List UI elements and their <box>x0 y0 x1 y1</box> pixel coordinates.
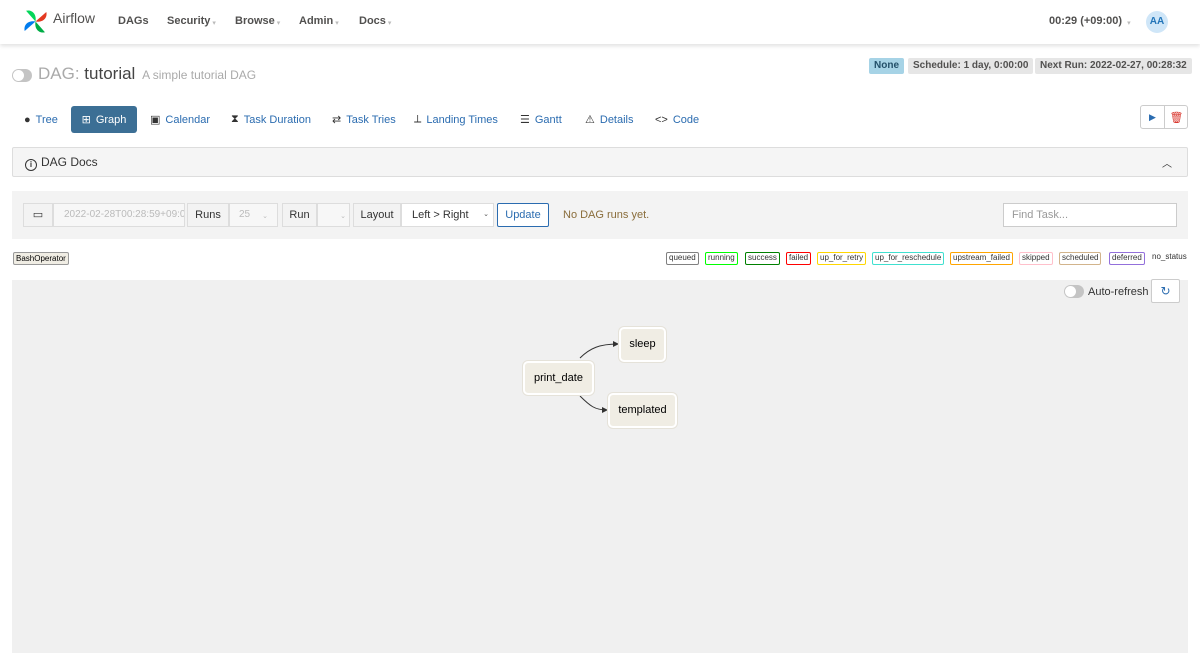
state-legend-running[interactable]: running <box>705 252 738 265</box>
state-legend-failed[interactable]: failed <box>786 252 812 265</box>
chevron-down-icon: ⌄ <box>262 213 268 220</box>
nav-admin[interactable]: Admin ▾ <box>299 15 339 27</box>
layout-select[interactable]: Left > Right ⌄ <box>401 203 494 227</box>
warning-triangle-icon: ⚠ <box>585 114 595 126</box>
dag-docs-panel[interactable]: i DAG Docs ︿ <box>12 147 1188 177</box>
task-node-templated[interactable]: templated <box>608 393 677 428</box>
airflow-brand[interactable]: Airflow <box>22 6 95 36</box>
dag-docs-title: i DAG Docs <box>25 155 98 171</box>
runs-label: Runs <box>187 203 229 227</box>
tab-gantt[interactable]: ☰ Gantt <box>520 106 562 133</box>
run-label: Run <box>282 203 317 227</box>
retry-icon: ⇄ <box>332 114 342 126</box>
refresh-icon: ↻ <box>1160 284 1171 298</box>
run-select[interactable]: ⌄ <box>317 203 350 227</box>
chevron-down-icon: ▾ <box>212 20 216 27</box>
schedule-interval-badge: None <box>869 58 904 74</box>
chevron-down-icon: ⌄ <box>340 213 346 220</box>
nav-dags[interactable]: DAGs <box>118 15 149 27</box>
dag-pause-toggle[interactable] <box>12 69 32 82</box>
layout-label: Layout <box>353 203 401 227</box>
tab-task-duration[interactable]: ⧗ Task Duration <box>231 106 311 133</box>
operator-legend-bashoperator[interactable]: BashOperator <box>13 252 69 265</box>
state-legend-success[interactable]: success <box>745 252 780 265</box>
tab-details[interactable]: ⚠ Details <box>585 106 634 133</box>
update-button[interactable]: Update <box>497 203 549 227</box>
tab-tree[interactable]: ● Tree <box>24 106 58 133</box>
info-icon: i <box>25 159 37 171</box>
chevron-down-icon: ▾ <box>387 20 392 27</box>
dag-id[interactable]: tutorial <box>84 64 135 83</box>
state-legend-deferred[interactable]: deferred <box>1109 252 1145 265</box>
airflow-logo-icon <box>24 9 47 33</box>
trigger-dag-button[interactable]: ▶ <box>1141 106 1165 128</box>
gantt-icon: ☰ <box>520 114 530 126</box>
graph-form: ▭ 2022-02-28T00:28:59+09:00 Runs 25 ⌄ Run… <box>12 191 1188 239</box>
hourglass-icon: ⧗ <box>231 113 239 125</box>
landing-icon: ⟂ <box>414 113 422 125</box>
no-runs-message: No DAG runs yet. <box>563 209 650 221</box>
dag-prefix: DAG: <box>38 64 80 83</box>
find-task-input[interactable]: Find Task... <box>1003 203 1177 227</box>
nav-browse[interactable]: Browse ▾ <box>235 15 280 27</box>
state-legend-up-for-reschedule[interactable]: up_for_reschedule <box>872 252 945 265</box>
state-legend-upstream-failed[interactable]: upstream_failed <box>950 252 1013 265</box>
tab-calendar[interactable]: ▣ Calendar <box>150 106 210 133</box>
dag-description: A simple tutorial DAG <box>142 68 257 82</box>
graph-icon: ⊞ <box>81 114 91 126</box>
state-legend-scheduled[interactable]: scheduled <box>1059 252 1102 265</box>
calendar-icon: ▣ <box>150 114 161 126</box>
chevron-up-icon[interactable]: ︿ <box>1162 155 1172 170</box>
chevron-down-icon: ▾ <box>1127 20 1131 27</box>
chevron-down-icon: ▾ <box>276 20 281 27</box>
graph-canvas[interactable] <box>12 280 1188 653</box>
timezone-clock[interactable]: 00:29 (+09:00) ▾ <box>1049 15 1131 27</box>
task-node-print-date[interactable]: print_date <box>523 361 594 395</box>
task-node-sleep[interactable]: sleep <box>619 327 666 362</box>
refresh-button[interactable]: ↻ <box>1151 279 1180 303</box>
user-avatar[interactable]: AA <box>1146 11 1168 33</box>
page-title: DAG: tutorial A simple tutorial DAG <box>38 64 256 84</box>
runs-select[interactable]: 25 ⌄ <box>229 203 278 227</box>
state-legend-skipped[interactable]: skipped <box>1019 252 1053 265</box>
top-navbar: Airflow DAGs Security ▾ Browse ▾ Admin ▾ Do… <box>0 0 1200 44</box>
calendar-icon[interactable]: ▭ <box>23 203 53 227</box>
auto-refresh-label: Auto-refresh <box>1088 285 1149 298</box>
play-icon: ▶ <box>1149 111 1156 122</box>
tree-icon: ● <box>24 113 31 126</box>
nav-security[interactable]: Security ▾ <box>167 15 216 27</box>
delete-dag-button[interactable]: 🗑 <box>1165 106 1188 128</box>
nav-docs[interactable]: Docs ▾ <box>359 15 391 27</box>
state-legend-up-for-retry[interactable]: up_for_retry <box>817 252 867 265</box>
chevron-down-icon: ▾ <box>335 20 339 27</box>
auto-refresh-toggle[interactable]: Auto-refresh <box>1064 285 1149 298</box>
schedule-badge: Schedule: 1 day, 0:00:00 <box>908 58 1034 74</box>
chevron-down-icon: ⌄ <box>483 211 489 218</box>
state-legend-no-status[interactable]: no_status <box>1150 252 1189 265</box>
tab-graph[interactable]: ⊞ Graph <box>71 106 137 133</box>
base-date-input[interactable]: 2022-02-28T00:28:59+09:00 <box>53 203 185 227</box>
next-run-badge: Next Run: 2022-02-27, 00:28:32 <box>1035 58 1192 74</box>
toggle-switch[interactable] <box>1064 285 1084 298</box>
trash-icon: 🗑 <box>1169 111 1184 124</box>
tab-task-tries[interactable]: ⇄ Task Tries <box>332 106 396 133</box>
tab-code[interactable]: <> Code <box>655 106 699 133</box>
dag-actions: ▶ 🗑 <box>1140 105 1188 129</box>
state-legend-queued[interactable]: queued <box>666 252 699 265</box>
code-icon: <> <box>655 113 668 126</box>
tab-landing-times[interactable]: ⟂ Landing Times <box>414 106 498 133</box>
brand-name: Airflow <box>53 10 96 26</box>
